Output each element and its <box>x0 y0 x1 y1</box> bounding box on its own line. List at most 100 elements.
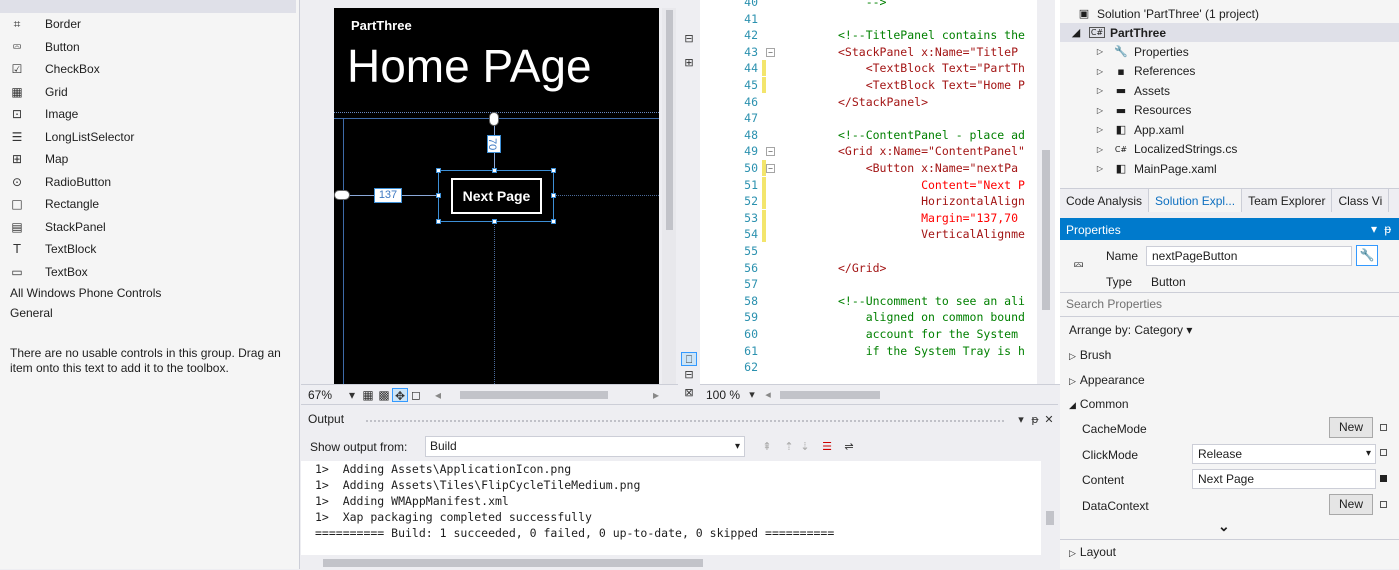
toolbox-item[interactable]: ▤ StackPanel <box>0 216 296 238</box>
code-line[interactable]: 55 <box>700 243 1060 259</box>
annotation-icon[interactable]: ◻ <box>408 388 424 402</box>
name-input[interactable]: nextPageButton <box>1146 246 1352 266</box>
code-line[interactable]: 51 Content="Next P <box>700 176 1060 193</box>
fold-toggle-icon[interactable]: − <box>766 47 775 57</box>
next-page-button-preview[interactable]: Next Page <box>451 178 542 214</box>
collapsed-arrow-icon[interactable]: ▷ <box>1092 145 1108 154</box>
properties-dropdown-icon[interactable]: ▾ <box>1371 222 1377 236</box>
solution-root[interactable]: ▣ Solution 'PartThree' (1 project) <box>1076 4 1259 23</box>
xaml-editor[interactable]: 40 --> 41 42 <!--TitlePanel contains the 43−… <box>700 0 1060 384</box>
code-line[interactable]: 43− <StackPanel x:Name="TitleP <box>700 44 1060 60</box>
toolbox-item[interactable]: ⌗ Border <box>0 13 296 35</box>
code-line[interactable]: 52 HorizontalAlign <box>700 193 1060 210</box>
collapsed-arrow-icon[interactable]: ▷ <box>1092 106 1108 115</box>
toolbox-item[interactable]: ☑ CheckBox <box>0 58 296 80</box>
fold-toggle-icon[interactable]: − <box>766 164 775 173</box>
designer-zoom[interactable]: 67% <box>308 388 336 402</box>
resize-handle[interactable] <box>551 219 556 224</box>
swap-panes-icon[interactable]: ⊞ <box>681 56 697 70</box>
collapse-pane-icon[interactable]: ⊟ <box>681 32 697 46</box>
section-common[interactable]: ◢ Common <box>1069 397 1129 411</box>
code-line[interactable]: 53 Margin="137,70 <box>700 209 1060 226</box>
section-appearance[interactable]: ▷ Appearance <box>1069 373 1145 387</box>
goto-message-icon[interactable]: ⇞ <box>759 440 775 454</box>
solution-item[interactable]: ▷ ◧ MainPage.xaml <box>1092 159 1217 178</box>
code-line[interactable]: 42 <!--TitlePanel contains the <box>700 27 1060 43</box>
vertical-split-icon[interactable]: ⎕ <box>681 352 697 366</box>
toolbox-item[interactable]: T TextBlock <box>0 238 296 260</box>
editor-scroll-left-icon[interactable]: ◂ <box>760 388 776 402</box>
collapsed-arrow-icon[interactable]: ▷ <box>1092 164 1108 173</box>
tab-solution-explorer[interactable]: Solution Expl... <box>1149 189 1243 212</box>
tab-code-analysis[interactable]: Code Analysis <box>1060 189 1150 212</box>
code-line[interactable]: 50− <Button x:Name="nextPa <box>700 160 1060 176</box>
collapsed-arrow-icon[interactable]: ▷ <box>1092 125 1108 134</box>
toolbox-item[interactable]: ☰ LongListSelector <box>0 126 296 148</box>
editor-vscroll-thumb[interactable] <box>1042 150 1050 310</box>
next-message-icon[interactable]: ⇣ <box>797 440 813 454</box>
code-line[interactable]: 61 if the System Tray is h <box>700 343 1060 359</box>
show-more-chevron-icon[interactable]: ⌄ <box>1218 518 1230 535</box>
toolbox-item[interactable]: ⊡ Image <box>0 103 296 125</box>
resize-handle[interactable] <box>551 168 556 173</box>
resize-handle[interactable] <box>436 193 441 198</box>
toolbox-item[interactable]: ⊙ RadioButton <box>0 171 296 193</box>
snap-grid-icon[interactable]: ▩ <box>376 388 392 402</box>
code-line[interactable]: 45 <TextBlock Text="Home P <box>700 77 1060 93</box>
code-line[interactable]: 56 </Grid> <box>700 260 1060 276</box>
advanced-options-icon[interactable] <box>1380 424 1387 431</box>
snap-lines-icon[interactable]: ✥ <box>392 387 408 403</box>
local-value-icon[interactable] <box>1380 475 1387 482</box>
horizontal-split-icon[interactable]: ⊟ <box>681 368 697 382</box>
output-vscroll-thumb[interactable] <box>1046 511 1054 525</box>
toolbox-item[interactable]: ▭ TextBox <box>0 261 296 283</box>
tab-class-view[interactable]: Class Vi <box>1332 189 1390 212</box>
collapsed-arrow-icon[interactable]: ▷ <box>1092 86 1108 95</box>
editor-zoom[interactable]: 100 % <box>706 388 740 402</box>
section-brush[interactable]: ▷ Brush <box>1069 348 1111 362</box>
scroll-left-icon[interactable]: ◂ <box>430 388 446 402</box>
project-node[interactable]: ◢ C# PartThree <box>1060 23 1399 42</box>
code-line[interactable]: 54 VerticalAlignme <box>700 226 1060 243</box>
tab-team-explorer[interactable]: Team Explorer <box>1242 189 1333 212</box>
code-line[interactable]: 47 <box>700 110 1060 126</box>
toolbox-item[interactable]: ⊞ Map <box>0 148 296 170</box>
collapsed-arrow-icon[interactable]: ▷ <box>1092 67 1108 76</box>
code-line[interactable]: 62 <box>700 359 1060 375</box>
search-properties-input[interactable]: Search Properties <box>1066 297 1162 311</box>
properties-pin-icon[interactable]: ᵽ <box>1384 222 1391 236</box>
code-line[interactable]: 49− <Grid x:Name="ContentPanel" <box>700 143 1060 159</box>
code-line[interactable]: 48 <!--ContentPanel - place ad <box>700 127 1060 143</box>
toolbox-group-all-controls[interactable]: All Windows Phone Controls <box>10 286 161 300</box>
zoom-dropdown-icon[interactable]: ▾ <box>344 388 360 402</box>
editor-zoom-dropdown-icon[interactable]: ▾ <box>744 388 760 402</box>
resize-handle[interactable] <box>492 168 497 173</box>
code-line[interactable]: 46 </StackPanel> <box>700 94 1060 110</box>
clear-all-icon[interactable]: ☰ <box>819 440 835 454</box>
expand-pane-icon[interactable]: ⊠ <box>681 386 697 400</box>
code-line[interactable]: 44 <TextBlock Text="PartTh <box>700 60 1060 77</box>
grid-view-icon[interactable]: ▦ <box>360 388 376 402</box>
output-vscroll[interactable] <box>1041 461 1058 555</box>
prev-message-icon[interactable]: ⇡ <box>781 440 797 454</box>
solution-item[interactable]: ▷ C# LocalizedStrings.cs <box>1092 140 1237 159</box>
fold-toggle-icon[interactable]: − <box>766 147 775 157</box>
resize-handle[interactable] <box>436 219 441 224</box>
toolbox-item[interactable]: ⮹ Button <box>0 36 296 58</box>
solution-item[interactable]: ▷ ▬ Resources <box>1092 101 1191 120</box>
designer-hscroll-thumb[interactable] <box>460 390 608 399</box>
output-source-select[interactable]: Build ▾ <box>425 436 745 457</box>
content-input[interactable]: Next Page <box>1192 469 1376 489</box>
solution-item[interactable]: ▷ ▬ Assets <box>1092 81 1170 100</box>
resize-handle[interactable] <box>436 168 441 173</box>
code-line[interactable]: 59 aligned on common bound <box>700 309 1060 325</box>
toolbox-item[interactable]: ▦ Grid <box>0 81 296 103</box>
toolbox-item[interactable]: □ Rectangle <box>0 193 296 215</box>
editor-hscroll-thumb[interactable] <box>780 390 881 399</box>
collapsed-arrow-icon[interactable]: ▷ <box>1092 47 1108 56</box>
code-line[interactable]: 41 <box>700 11 1060 27</box>
solution-item[interactable]: ▷ ▪ References <box>1092 62 1195 81</box>
event-handlers-icon[interactable]: 🔧 <box>1356 245 1378 266</box>
output-close-icon[interactable]: ✕ <box>1041 413 1057 427</box>
cachemode-new-button[interactable]: New <box>1329 417 1373 438</box>
